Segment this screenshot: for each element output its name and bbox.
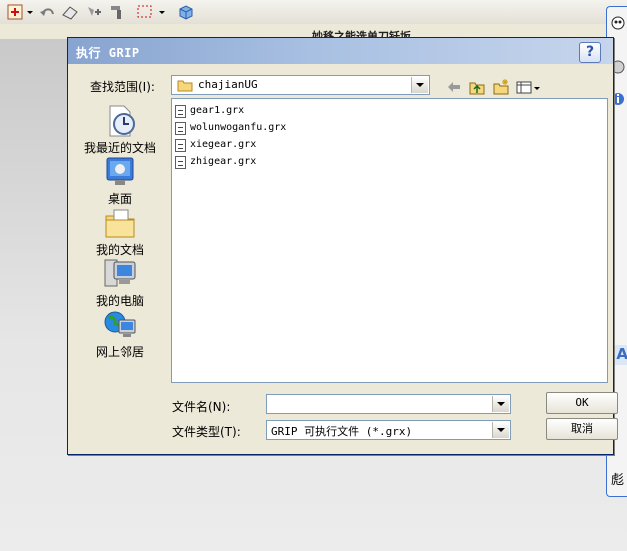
- look-in-value: chajianUG: [198, 78, 258, 91]
- transform-icon[interactable]: [84, 3, 104, 21]
- back-arrow-icon[interactable]: [446, 78, 462, 96]
- place-network[interactable]: 网上邻居: [76, 308, 164, 360]
- look-in-combo[interactable]: chajianUG: [171, 75, 430, 95]
- file-name: xiegear.grx: [190, 139, 257, 150]
- rectangle-select-icon[interactable]: [136, 3, 154, 21]
- edit-object-icon[interactable]: [108, 3, 128, 21]
- create-point-icon[interactable]: [6, 3, 26, 21]
- place-my-documents[interactable]: 我的文档: [76, 206, 164, 258]
- file-name: gear1.grx: [190, 105, 245, 116]
- place-desktop[interactable]: 桌面: [76, 155, 164, 207]
- place-label: 我的文档: [95, 243, 144, 257]
- cancel-button[interactable]: 取消: [546, 418, 618, 440]
- side-panel-caption: 彪: [611, 473, 625, 488]
- grx-file-icon: [175, 139, 186, 152]
- look-in-label: 查找范围(I):: [90, 80, 155, 94]
- up-one-level-icon[interactable]: [468, 78, 486, 96]
- filename-combo[interactable]: [266, 394, 511, 414]
- new-folder-icon[interactable]: [492, 78, 510, 96]
- avatar-icon: [611, 16, 625, 30]
- cube-view-icon[interactable]: [176, 3, 196, 21]
- file-list[interactable]: gear1.grx wolunwoganfu.grx xiegear.grx z…: [171, 98, 608, 383]
- view-menu-icon[interactable]: [516, 78, 542, 96]
- filetype-combo[interactable]: GRIP 可执行文件 (*.grx): [266, 420, 511, 440]
- filetype-dropdown-arrow[interactable]: [492, 422, 509, 438]
- filetype-label: 文件类型(T):: [172, 425, 241, 439]
- undo-icon[interactable]: [38, 3, 56, 21]
- place-label: 我最近的文档: [83, 141, 156, 155]
- dialog-title-bar[interactable]: 执行 GRIP ?: [68, 38, 613, 64]
- place-label: 网上邻居: [95, 345, 144, 359]
- place-my-computer[interactable]: 我的电脑: [76, 257, 164, 309]
- dropdown-arrow-icon[interactable]: [158, 3, 166, 21]
- file-name: wolunwoganfu.grx: [190, 122, 287, 133]
- my-computer-icon: [104, 259, 136, 287]
- filename-dropdown-arrow[interactable]: [492, 396, 509, 412]
- filetype-value: GRIP 可执行文件 (*.grx): [271, 425, 413, 438]
- place-recent-documents[interactable]: 我最近的文档: [76, 104, 164, 156]
- grx-file-icon: [175, 156, 186, 169]
- dialog-title: 执行 GRIP: [76, 46, 140, 60]
- help-button[interactable]: ?: [579, 42, 601, 63]
- network-places-icon: [104, 311, 136, 337]
- dropdown-arrow-icon[interactable]: [26, 3, 34, 21]
- desktop-icon: [106, 157, 134, 185]
- my-documents-icon: [105, 209, 135, 238]
- ok-button[interactable]: OK: [546, 392, 618, 414]
- execute-grip-dialog: 执行 GRIP ? 查找范围(I): chajianUG 我最近的文档 桌面 我…: [67, 37, 618, 455]
- folder-icon: [177, 80, 193, 92]
- app-toolbar: [0, 0, 627, 25]
- place-label: 我的电脑: [95, 294, 144, 308]
- file-name: zhigear.grx: [190, 156, 257, 167]
- place-label: 桌面: [107, 192, 132, 206]
- eraser-icon[interactable]: [60, 3, 80, 21]
- look-in-dropdown-arrow[interactable]: [411, 77, 428, 93]
- filename-label: 文件名(N):: [172, 400, 231, 414]
- grx-file-icon: [175, 105, 186, 118]
- grx-file-icon: [175, 122, 186, 135]
- recent-documents-icon: [109, 105, 135, 137]
